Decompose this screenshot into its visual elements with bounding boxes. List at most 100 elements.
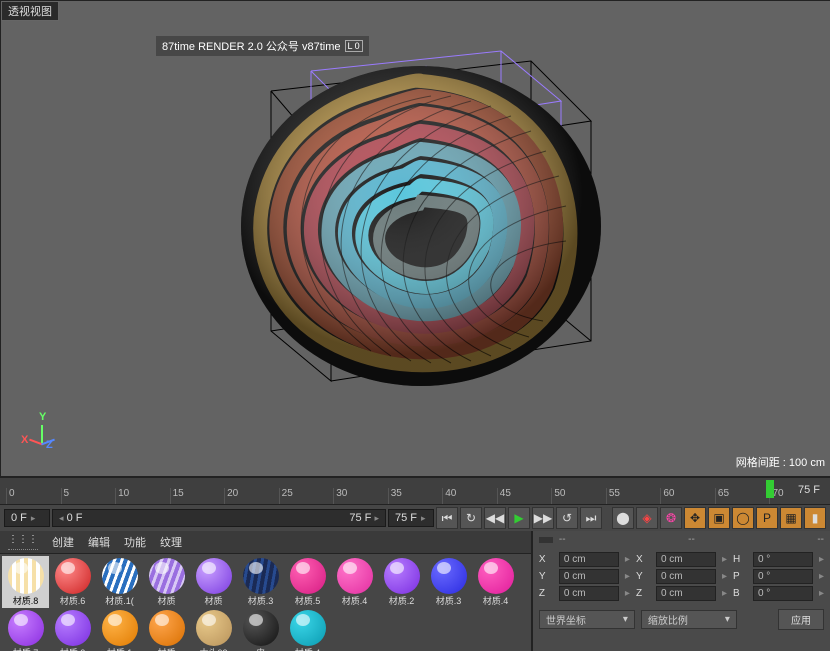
perspective-viewport[interactable]: 透视视图 87time RENDER 2.0 公众号 v87time L 0 [0,0,830,477]
material-swatch[interactable]: 材质.6 [49,556,96,608]
coord-key: B [733,588,747,599]
material-label: 材质.1( [96,594,143,607]
rotation-field[interactable]: 0 ° [753,586,813,601]
bottom-panels: ⋮⋮⋮ 创建 编辑 功能 纹理 材质.8材质.6材质.1(材质材质材质.3材质.… [0,531,830,651]
scale-mode-dropdown[interactable]: 缩放比例▾ [641,610,737,629]
material-label: 材质.3 [237,594,284,607]
goto-start-button[interactable]: ⏮ [436,507,458,529]
timeline-tick: 25 [279,488,334,504]
menu-function[interactable]: 功能 [124,534,146,550]
material-preview-ball [243,610,279,646]
timeline-tick: 35 [388,488,443,504]
current-frame-field[interactable]: 75 F▸ [388,509,434,527]
next-frame-button[interactable]: ▶▶ [532,507,554,529]
material-preview-ball [102,558,138,594]
menu-create[interactable]: 创建 [52,534,74,550]
coord-key: P [733,571,747,582]
material-swatch[interactable]: 材质.1 [96,608,143,651]
record-button[interactable]: ⬤ [612,507,634,529]
material-preview-ball [196,610,232,646]
material-menu-icon[interactable]: ⋮⋮⋮ [8,534,38,550]
axis-gizmo: Y X Z [21,411,61,451]
material-swatch[interactable]: 材质.4 [472,556,519,608]
menu-texture[interactable]: 纹理 [160,534,182,550]
range-start-field[interactable]: 0 F▸ [4,509,50,527]
material-label: 材质.4 [331,594,378,607]
timeline-tick: 65 [715,488,770,504]
material-swatch[interactable]: 材质 [143,556,190,608]
prev-frame-button[interactable]: ◀◀ [484,507,506,529]
goto-end-button[interactable]: ⏭ [580,507,602,529]
timeline-panel: 0510152025303540455055606570 75 F 0 F▸ ◂… [0,477,830,531]
timeline-tick: 20 [224,488,279,504]
attr-menu-icon[interactable] [539,537,553,543]
material-menu-bar: ⋮⋮⋮ 创建 编辑 功能 纹理 [0,531,531,554]
material-label: 材质.8 [2,594,49,607]
play-button[interactable]: ▶ [508,507,530,529]
grid-key-button[interactable]: ▦ [780,507,802,529]
param-key-button[interactable]: P [756,507,778,529]
rewind-button[interactable]: ↻ [460,507,482,529]
move-key-button[interactable]: ✥ [684,507,706,529]
coord-key: Y [636,571,650,582]
material-preview-ball [196,558,232,594]
coord-row: X0 cm▸X0 cm▸H0 °▸ [539,552,824,567]
material-label: 材质.3 [425,594,472,607]
material-swatch-grid: 材质.8材质.6材质.1(材质材质材质.3材质.5材质.4材质.2材质.3材质.… [0,554,531,651]
material-swatch[interactable]: 材质 [190,556,237,608]
material-swatch[interactable]: 材质.8 [2,556,49,608]
range-slider[interactable]: ◂ 0 F 75 F ▸ [52,509,386,527]
material-preview-ball [149,610,185,646]
material-swatch[interactable]: 材质.4 [284,608,331,651]
material-swatch[interactable]: 材质.3 [237,556,284,608]
layout-button[interactable]: ▮ [804,507,826,529]
size-field[interactable]: 0 cm [656,586,716,601]
position-field[interactable]: 0 cm [559,552,619,567]
material-swatch[interactable]: 材质.2 [378,556,425,608]
scale-key-button[interactable]: ▣ [708,507,730,529]
material-label: 材质 [143,594,190,607]
material-label: 材质 [190,594,237,607]
attr-col2: -- [688,534,695,545]
playhead-marker[interactable] [766,480,774,498]
timeline-tick: 30 [333,488,388,504]
coord-key: X [636,554,650,565]
material-swatch[interactable]: 材质.2 [49,608,96,651]
autokey-button[interactable]: ◈ [636,507,658,529]
viewport-scene [191,11,641,441]
material-preview-ball [243,558,279,594]
material-swatch[interactable]: 材质 [143,608,190,651]
material-swatch[interactable]: 材质.5 [284,556,331,608]
rotation-field[interactable]: 0 ° [753,552,813,567]
rotate-key-button[interactable]: ◯ [732,507,754,529]
material-preview-ball [149,558,185,594]
rotation-field[interactable]: 0 ° [753,569,813,584]
axis-z-label: Z [46,439,53,451]
keyframe-options-button[interactable]: ❂ [660,507,682,529]
position-field[interactable]: 0 cm [559,569,619,584]
size-field[interactable]: 0 cm [656,552,716,567]
material-label: 木头03 [190,646,237,651]
material-swatch[interactable]: 材质.1( [96,556,143,608]
axis-y-label: Y [39,411,46,423]
spiral-torus-object [221,41,621,401]
material-swatch[interactable]: 木头03 [190,608,237,651]
material-swatch[interactable]: 材质.3 [425,556,472,608]
forward-button[interactable]: ↺ [556,507,578,529]
coord-system-dropdown[interactable]: 世界坐标▾ [539,610,635,629]
menu-edit[interactable]: 编辑 [88,534,110,550]
material-swatch[interactable]: 材质.4 [331,556,378,608]
position-field[interactable]: 0 cm [559,586,619,601]
material-label: 皮 [237,646,284,651]
material-preview-ball [8,558,44,594]
size-field[interactable]: 0 cm [656,569,716,584]
coord-row: Z0 cm▸Z0 cm▸B0 °▸ [539,586,824,601]
coord-key: Y [539,571,553,582]
apply-button[interactable]: 应用 [778,609,824,630]
material-preview-ball [431,558,467,594]
timeline-tick: 5 [61,488,116,504]
timeline-ruler[interactable]: 0510152025303540455055606570 75 F [0,478,830,504]
material-label: 材质.6 [49,594,96,607]
material-swatch[interactable]: 皮 [237,608,284,651]
material-swatch[interactable]: 材质.7 [2,608,49,651]
